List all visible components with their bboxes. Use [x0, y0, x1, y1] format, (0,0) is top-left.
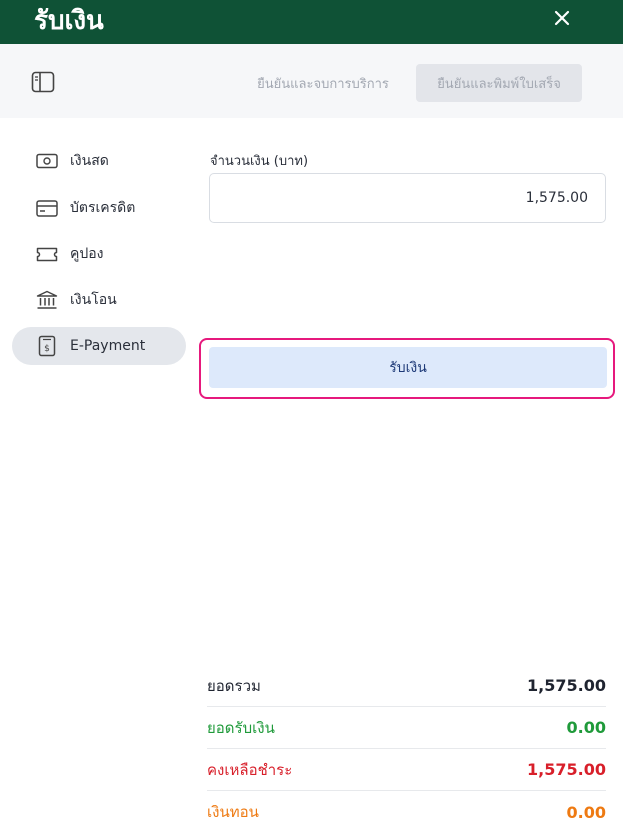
receive-payment-button[interactable]: รับเงิน: [209, 347, 607, 388]
summary-row-change: เงินทอน 0.00: [207, 791, 606, 821]
summary-value: 1,575.00: [527, 760, 606, 779]
summary-label: เงินทอน: [207, 803, 259, 821]
payment-method-e-payment[interactable]: $ E-Payment: [12, 327, 186, 365]
summary-label: ยอดรวม: [207, 676, 261, 695]
summary-row-received: ยอดรับเงิน 0.00: [207, 707, 606, 749]
coupon-icon: [36, 243, 58, 265]
dialog-title: รับเงิน: [34, 6, 104, 36]
credit-card-icon: [36, 197, 58, 219]
summary-row-total: ยอดรวม 1,575.00: [207, 665, 606, 707]
payment-method-label: บัตรเครดิต: [70, 200, 136, 216]
confirm-and-finish-button[interactable]: ยืนยันและจบการบริการ: [236, 64, 410, 102]
payment-method-cash[interactable]: เงินสด: [12, 142, 186, 180]
amount-field-label: จำนวนเงิน (บาท): [210, 154, 309, 169]
summary-value: 0.00: [566, 718, 606, 737]
summary-label: ยอดรับเงิน: [207, 718, 275, 737]
payment-method-credit-card[interactable]: บัตรเครดิต: [12, 189, 186, 227]
amount-input[interactable]: [209, 173, 606, 223]
payment-method-coupon[interactable]: คูปอง: [12, 235, 186, 273]
action-toolbar: ยืนยันและจบการบริการ ยืนยันและพิมพ์ใบเสร…: [0, 44, 623, 118]
summary-label: คงเหลือชำระ: [207, 760, 293, 779]
bank-icon: [36, 289, 58, 311]
receipt-icon: $: [36, 335, 58, 357]
close-button[interactable]: [548, 4, 576, 32]
summary-value: 0.00: [566, 802, 606, 821]
sidebar-toggle-button[interactable]: [30, 70, 56, 94]
cash-icon: [36, 150, 58, 172]
payment-method-label: คูปอง: [70, 246, 104, 262]
payment-method-label: เงินโอน: [70, 292, 117, 308]
summary-row-remaining: คงเหลือชำระ 1,575.00: [207, 749, 606, 791]
payment-method-label: E-Payment: [70, 338, 146, 354]
dialog-header: รับเงิน: [0, 0, 623, 44]
receive-payment-dialog: รับเงิน ยืนยันและจบการบริการ ยืนยันและพิ…: [0, 0, 623, 821]
close-icon: [554, 10, 570, 26]
payment-method-bank-transfer[interactable]: เงินโอน: [12, 281, 186, 319]
confirm-and-print-receipt-button[interactable]: ยืนยันและพิมพ์ใบเสร็จ: [416, 64, 582, 102]
payment-method-label: เงินสด: [70, 153, 109, 169]
svg-text:$: $: [44, 344, 50, 354]
summary-value: 1,575.00: [527, 676, 606, 695]
sidebar-panel-icon: [31, 71, 55, 93]
